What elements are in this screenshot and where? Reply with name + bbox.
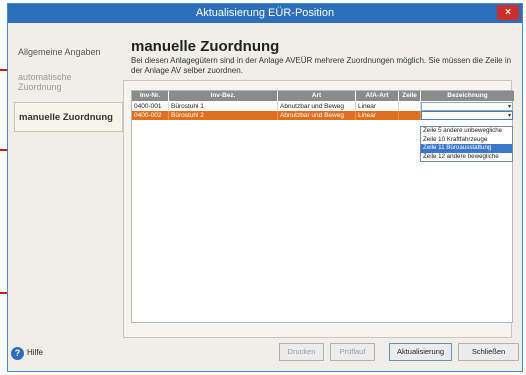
column-header[interactable]: Inv-Bez. [169,91,278,101]
dropdown-option[interactable]: Zeile 11 Büroausstattung [421,144,512,153]
column-header[interactable]: Zeile [399,91,421,101]
cell-afa-art: Linear [356,102,399,111]
cell-zeile [399,102,421,111]
sidebar-item-automatische-zuordnung[interactable]: automatische Zuordnung [14,68,123,96]
help-label[interactable]: Hilfe [27,348,43,357]
cell-afa-art: Linear [356,111,399,120]
print-button[interactable]: Drucken [279,343,324,361]
dropdown-option[interactable]: Zeile 5 andere unbewegliche [421,127,512,136]
dropdown-option[interactable]: Zeile 12 andere bewegliche [421,153,512,162]
column-header[interactable]: Art [278,91,356,101]
check-button[interactable]: Prüflauf [330,343,375,361]
cell-art: Abnutzbar und Beweg [278,111,356,120]
help-icon[interactable]: ? [11,347,24,360]
column-header[interactable]: Bezeichnung [421,91,514,101]
close-button[interactable]: × [497,5,519,20]
cell-inv-nr: 0400-001 [132,102,169,111]
footer-bar: ? Hilfe Drucken Prüflauf Aktualisierung … [7,338,523,368]
column-header[interactable]: Inv-Nr. [132,91,169,101]
table-row[interactable]: 0400-001 Bürostuhl 1 Abnutzbar und Beweg… [132,102,513,111]
column-header[interactable]: AfA-Art [356,91,399,101]
cell-art: Abnutzbar und Beweg [278,102,356,111]
cell-inv-nr: 0400-002 [132,111,169,120]
table-header: Inv-Nr. Inv-Bez. Art AfA-Art Zeile Bezei… [132,91,514,101]
dropdown-arrow-icon[interactable]: ▾ [508,112,511,120]
page-description: Bei diesen Anlagegütern sind in der Anla… [131,56,512,75]
table-row[interactable]: 0400-002 Bürostuhl 2 Abnutzbar und Beweg… [132,111,513,120]
window-title: Aktualisierung EÜR-Position [195,7,335,19]
bezeichnung-dropdown-list: Zeile 5 andere unbewegliche Zeile 10 Kra… [420,126,513,162]
dropdown-option[interactable]: Zeile 10 Kraftfahrzeuge [421,136,512,145]
title-bar: Aktualisierung EÜR-Position × [8,4,522,23]
close-dialog-button[interactable]: Schließen [458,343,519,361]
bezeichnung-select[interactable]: ▾ [421,111,513,120]
cell-zeile [399,111,421,120]
update-button[interactable]: Aktualisierung [389,343,452,361]
page-title: manuelle Zuordnung [131,38,280,55]
sidebar-item-allgemeine-angaben[interactable]: Allgemeine Angaben [14,43,123,61]
bezeichnung-select[interactable]: ▾ [421,102,513,111]
sidebar-item-manuelle-zuordnung[interactable]: manuelle Zuordnung [14,102,123,132]
dropdown-arrow-icon[interactable]: ▾ [508,103,511,111]
sidebar-nav: Allgemeine Angaben automatische Zuordnun… [8,23,126,341]
assignment-table: Inv-Nr. Inv-Bez. Art AfA-Art Zeile Bezei… [131,90,514,323]
cell-inv-bez: Bürostuhl 1 [169,102,278,111]
cell-inv-bez: Bürostuhl 2 [169,111,278,120]
